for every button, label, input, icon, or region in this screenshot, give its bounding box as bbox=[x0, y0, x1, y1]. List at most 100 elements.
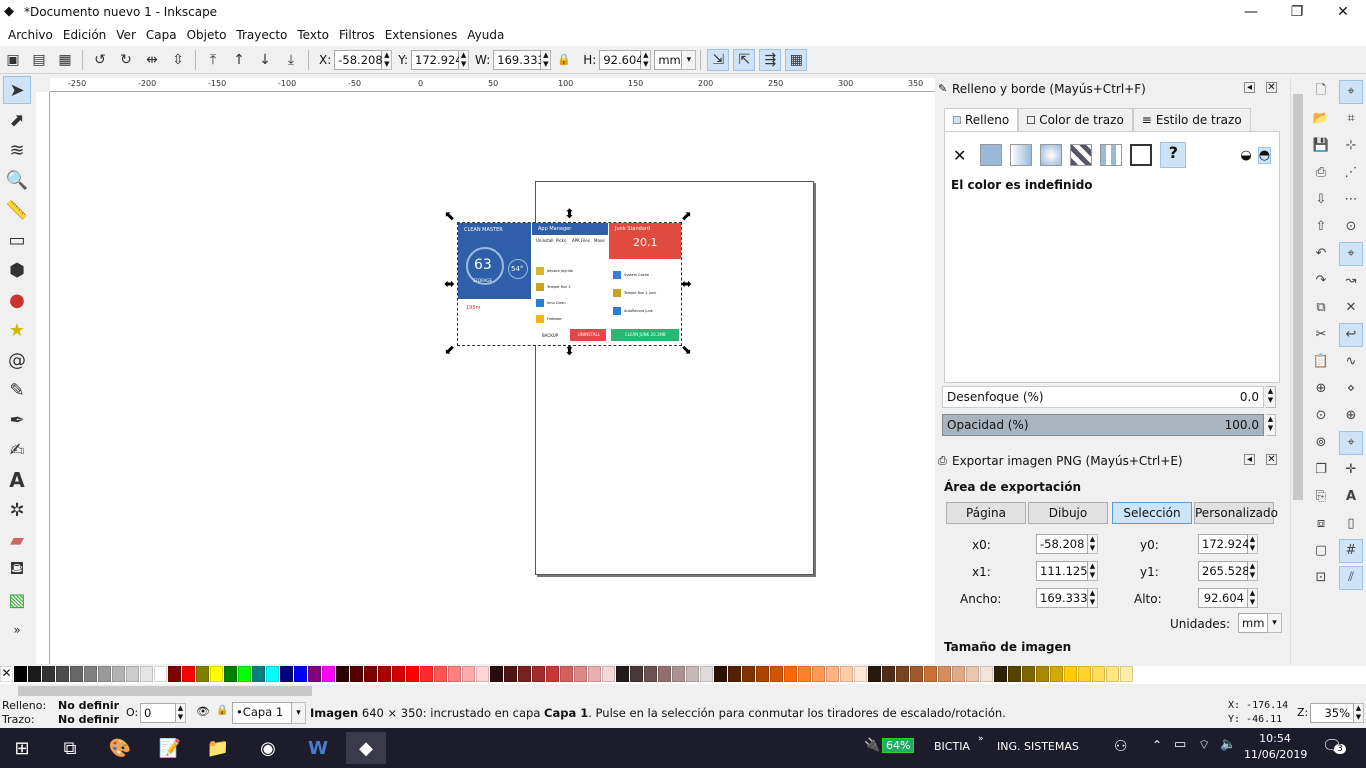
layer-select[interactable]: •Capa 1 bbox=[232, 702, 292, 724]
zoom-page-icon[interactable]: ⊚ bbox=[1309, 431, 1333, 455]
chrome-icon[interactable]: ◉ bbox=[248, 732, 288, 764]
ellipse-tool-icon[interactable]: ● bbox=[3, 286, 31, 314]
unlink-clone-icon[interactable]: ⧈ bbox=[1309, 512, 1333, 536]
paste-icon[interactable]: 📋 bbox=[1309, 350, 1333, 374]
scale-handle-n-icon[interactable]: ⬍ bbox=[564, 208, 575, 221]
palette-swatch[interactable] bbox=[770, 666, 783, 682]
width-input[interactable]: 169.333 bbox=[1036, 588, 1088, 608]
star-tool-icon[interactable]: ★ bbox=[3, 316, 31, 344]
palette-swatch[interactable] bbox=[840, 666, 853, 682]
mesh-gradient-icon[interactable] bbox=[1070, 144, 1093, 166]
palette-swatch[interactable] bbox=[308, 666, 321, 682]
minimize-button[interactable]: — bbox=[1228, 0, 1274, 24]
x1-input[interactable]: 111.125 bbox=[1036, 561, 1088, 581]
palette-swatch[interactable] bbox=[336, 666, 349, 682]
palette-swatch[interactable] bbox=[826, 666, 839, 682]
import-icon[interactable]: ⇩ bbox=[1309, 188, 1333, 212]
canvas[interactable]: CLEAN MASTER 63 STORAGE 54° 195m App Man… bbox=[50, 92, 935, 664]
text-tool-icon[interactable]: A bbox=[3, 466, 31, 494]
palette-swatch[interactable] bbox=[616, 666, 629, 682]
scale-stroke-icon[interactable]: ⇲ bbox=[707, 48, 730, 71]
palette-swatch[interactable] bbox=[462, 666, 475, 682]
opacity-slider[interactable]: Opacidad (%) 100.0 bbox=[942, 414, 1264, 436]
menu-filtros[interactable]: Filtros bbox=[339, 28, 375, 42]
people-icon[interactable]: ⚇ bbox=[1114, 737, 1127, 755]
export-selection-button[interactable]: Selección bbox=[1112, 502, 1192, 524]
height-spinner[interactable]: ▲ ▼ bbox=[1248, 588, 1258, 608]
snap-path-icon[interactable]: ↝ bbox=[1339, 269, 1363, 293]
undo-icon[interactable]: ↶ bbox=[1309, 242, 1333, 266]
palette-swatch[interactable] bbox=[182, 666, 195, 682]
rotate-ccw-icon[interactable]: ↺ bbox=[89, 49, 111, 71]
notes-app-icon[interactable]: 📝 bbox=[150, 732, 190, 764]
palette-swatch[interactable] bbox=[42, 666, 55, 682]
panel-collapse-icon[interactable]: ◂ bbox=[1244, 82, 1255, 93]
pattern-icon[interactable] bbox=[1100, 144, 1123, 166]
chevron-down-icon[interactable]: ▾ bbox=[292, 702, 306, 724]
pencil-tool-icon[interactable]: ✎ bbox=[3, 376, 31, 404]
palette-swatch[interactable] bbox=[266, 666, 279, 682]
snap-grid-icon[interactable]: # bbox=[1339, 538, 1363, 563]
palette-swatch[interactable] bbox=[994, 666, 1007, 682]
scale-handle-se-icon[interactable]: ⬊ bbox=[681, 344, 692, 357]
palette-swatch[interactable] bbox=[210, 666, 223, 682]
volume-icon[interactable]: 🔈 bbox=[1220, 737, 1236, 752]
palette-swatch[interactable] bbox=[630, 666, 643, 682]
embedded-image[interactable]: CLEAN MASTER 63 STORAGE 54° 195m App Man… bbox=[457, 222, 682, 346]
palette-swatch[interactable] bbox=[658, 666, 671, 682]
show-hidden-icons-icon[interactable]: ⌃ bbox=[1152, 738, 1162, 752]
snap-bbox-corner-icon[interactable]: ⋰ bbox=[1339, 161, 1363, 185]
zoom-spinner[interactable]: ▲ ▼ bbox=[1354, 703, 1364, 723]
horizontal-scrollbar-thumb[interactable] bbox=[18, 686, 312, 696]
inkscape-taskbar-icon[interactable]: ◆ bbox=[346, 732, 386, 764]
palette-swatch[interactable] bbox=[322, 666, 335, 682]
snap-guide-icon[interactable]: ⫽ bbox=[1339, 565, 1363, 590]
opacity-status-spinner[interactable]: ▲ ▼ bbox=[176, 703, 186, 723]
palette-swatch[interactable] bbox=[854, 666, 867, 682]
fill-rule-nonzero-icon[interactable]: ◓ bbox=[1257, 146, 1272, 164]
palette-swatch[interactable] bbox=[448, 666, 461, 682]
palette-swatch[interactable] bbox=[1064, 666, 1077, 682]
palette-swatch[interactable] bbox=[406, 666, 419, 682]
snap-midpoint-icon[interactable]: ⋄ bbox=[1339, 377, 1363, 401]
export-drawing-button[interactable]: Dibujo bbox=[1028, 502, 1108, 524]
palette-swatch[interactable] bbox=[1092, 666, 1105, 682]
palette-swatch[interactable] bbox=[896, 666, 909, 682]
y-spinner[interactable]: ▲ ▼ bbox=[459, 49, 470, 70]
palette-swatch[interactable] bbox=[350, 666, 363, 682]
battery-icon[interactable]: ▭ bbox=[1174, 737, 1186, 752]
chevron-down-icon[interactable]: ▾ bbox=[682, 49, 697, 70]
raise-icon[interactable]: ↑ bbox=[228, 49, 250, 71]
pen-tool-icon[interactable]: ✒ bbox=[3, 406, 31, 434]
cut-icon[interactable]: ✂ bbox=[1309, 323, 1333, 347]
snap-nodes-icon[interactable]: ⌖ bbox=[1339, 241, 1363, 266]
eraser-tool-icon[interactable]: ▰ bbox=[3, 526, 31, 554]
deselect-icon[interactable]: ▦ bbox=[54, 49, 76, 71]
palette-swatch[interactable] bbox=[644, 666, 657, 682]
spiral-tool-icon[interactable]: @ bbox=[3, 346, 31, 374]
snap-bbox-icon[interactable]: ⌗ bbox=[1339, 107, 1363, 131]
palette-swatch[interactable] bbox=[1078, 666, 1091, 682]
palette-swatch[interactable] bbox=[924, 666, 937, 682]
zoom-input[interactable]: 35% bbox=[1310, 703, 1354, 723]
layer-lock-icon[interactable]: 🔒 bbox=[216, 705, 228, 716]
palette-swatch[interactable] bbox=[84, 666, 97, 682]
palette-swatch[interactable] bbox=[560, 666, 573, 682]
snap-text-baseline-icon[interactable]: A bbox=[1339, 485, 1363, 509]
palette-swatch[interactable] bbox=[126, 666, 139, 682]
clock-date[interactable]: 11/06/2019 bbox=[1244, 748, 1307, 761]
scale-handle-sw-icon[interactable]: ⬋ bbox=[444, 344, 455, 357]
scale-handle-nw-icon[interactable]: ⬉ bbox=[444, 210, 455, 223]
palette-swatch[interactable] bbox=[882, 666, 895, 682]
menu-edicion[interactable]: Edición bbox=[63, 28, 106, 42]
duplicate-icon[interactable]: ❐ bbox=[1309, 458, 1333, 482]
linear-gradient-icon[interactable] bbox=[1010, 144, 1033, 166]
palette-swatch[interactable] bbox=[742, 666, 755, 682]
paint-bucket-tool-icon[interactable]: ⛾ bbox=[3, 556, 31, 584]
unit-select[interactable]: mm bbox=[654, 49, 683, 70]
h-spinner[interactable]: ▲ ▼ bbox=[641, 49, 652, 70]
w-input[interactable]: 169.333 bbox=[493, 49, 545, 70]
save-icon[interactable]: 💾 bbox=[1309, 134, 1333, 158]
palette-swatch[interactable] bbox=[714, 666, 727, 682]
dock-scrollbar[interactable] bbox=[1290, 78, 1304, 664]
